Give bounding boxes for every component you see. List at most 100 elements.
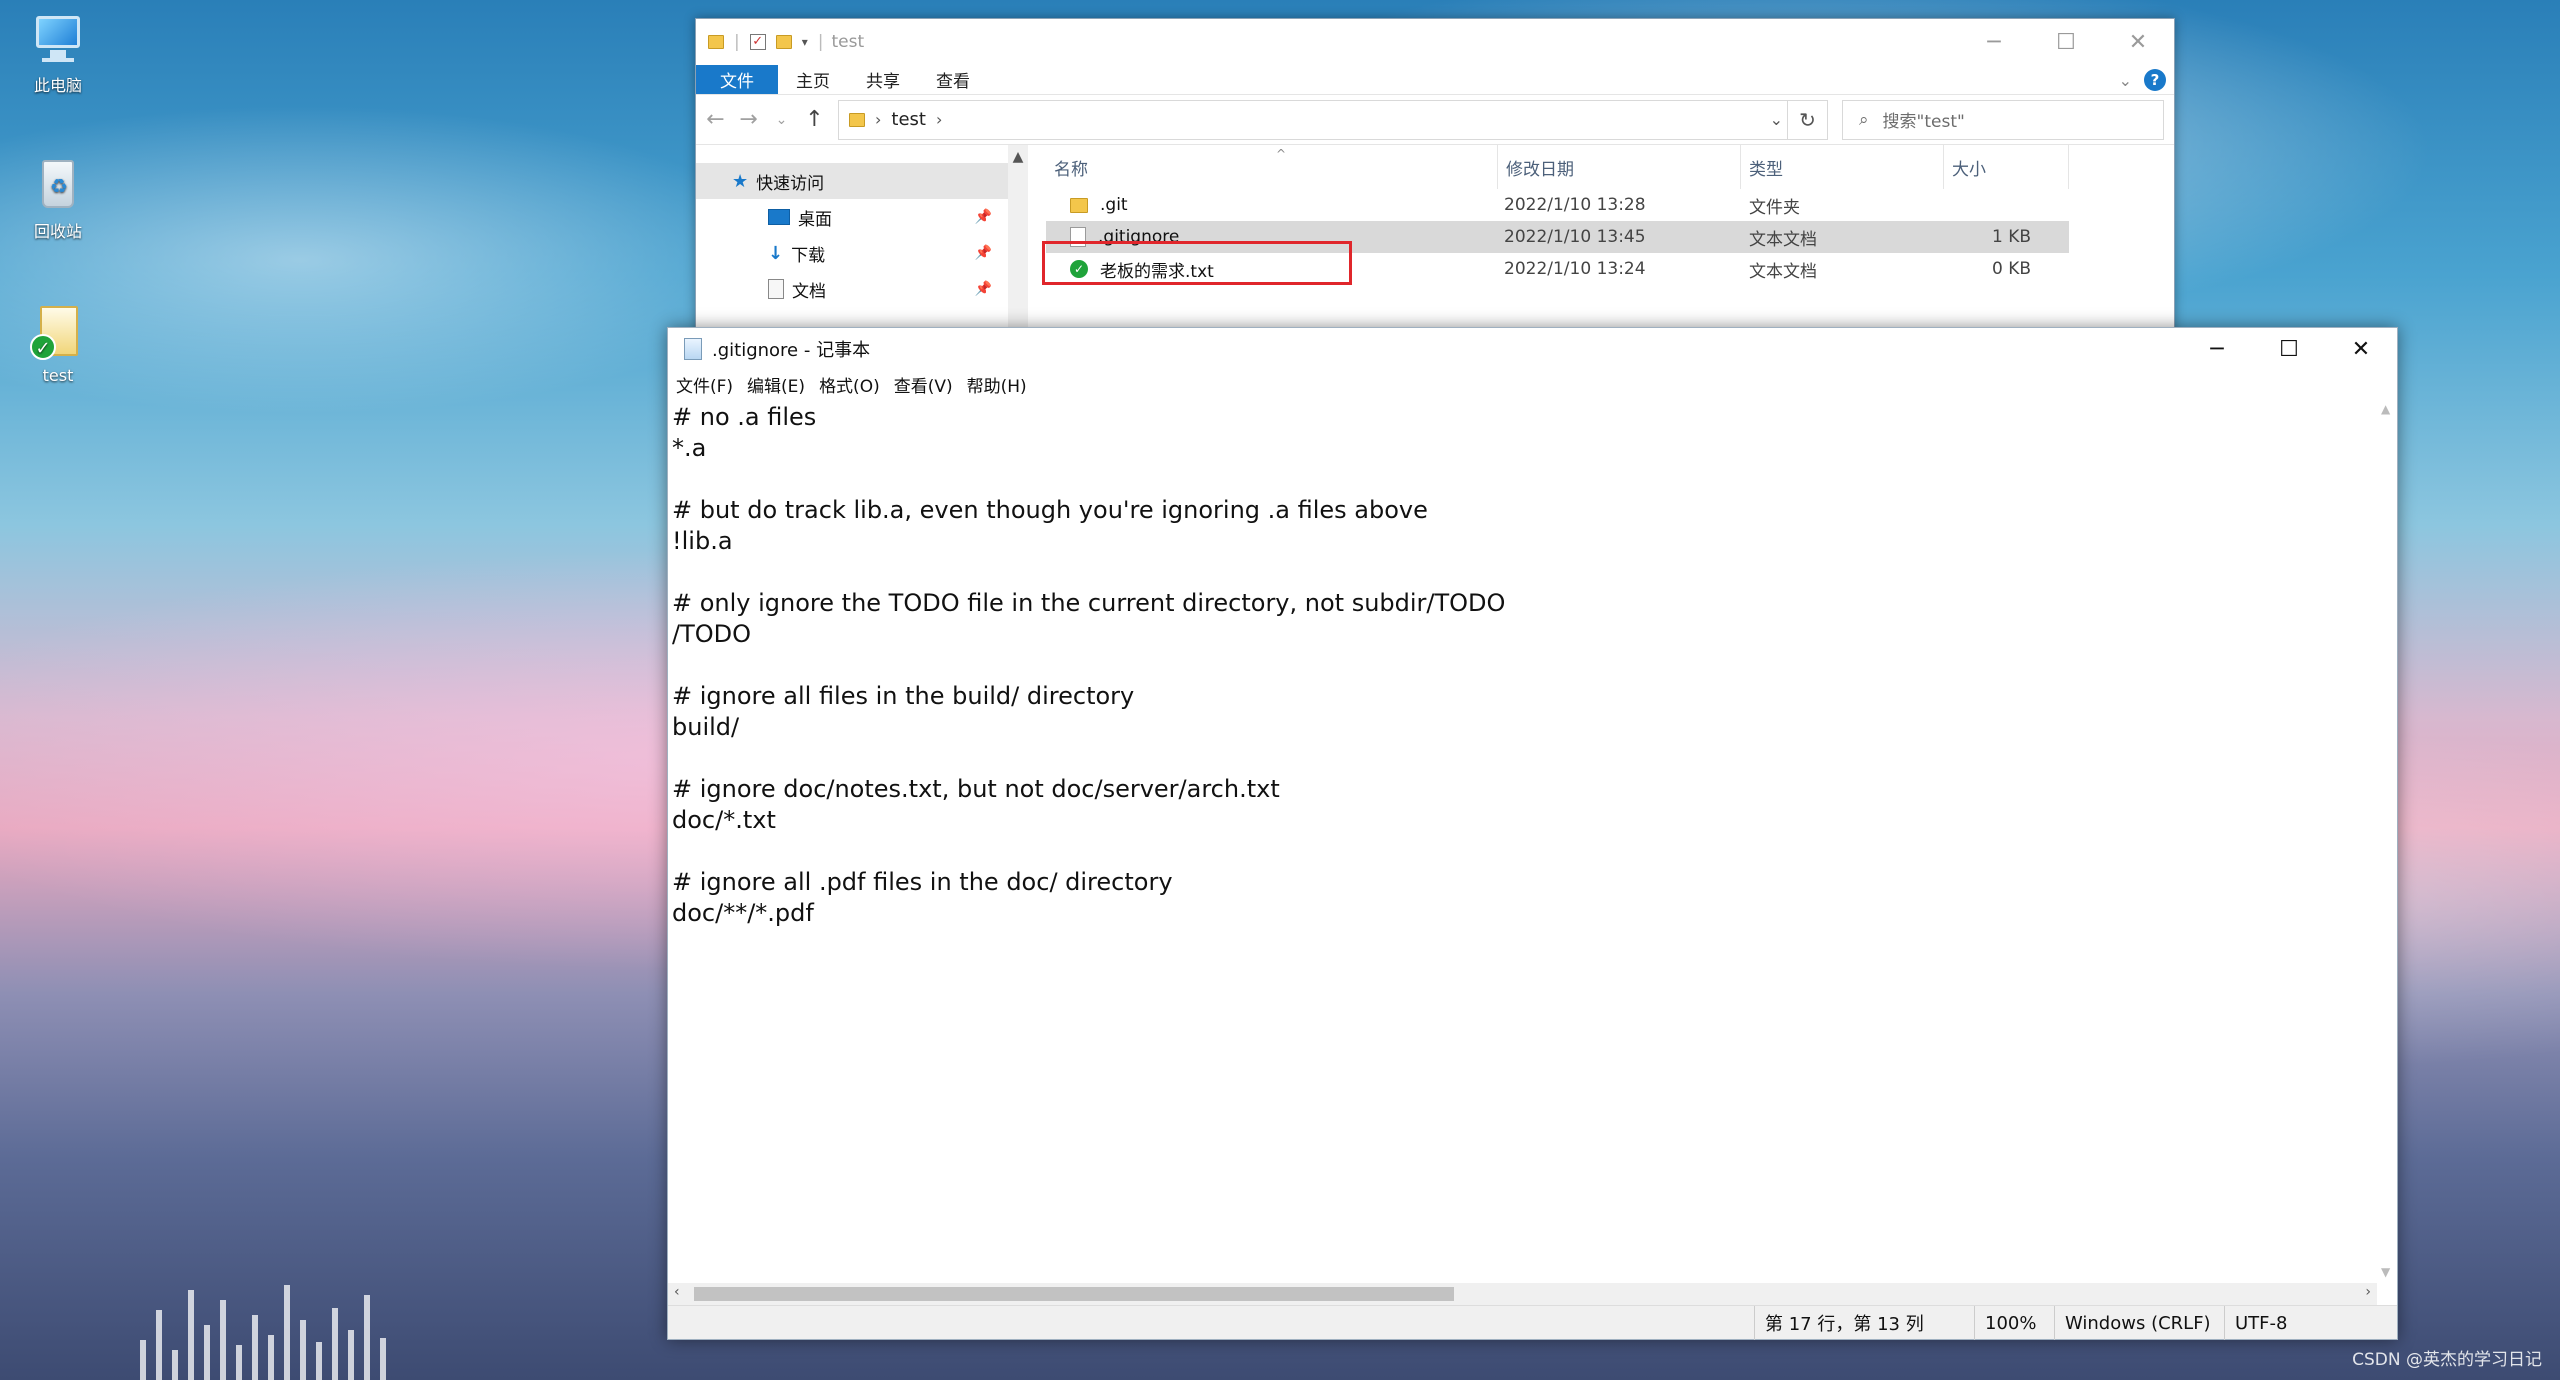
desktop-icon-label: test [42,366,74,385]
file-explorer-window: | ✓ ▾ | test ─ ☐ ✕ 文件 主页 共享 查看 ⌄ ? ← → ⌄… [695,18,2175,334]
navigation-pane: ★ 快速访问 桌面 📌 ↓ 下载 📌 文档 📌 [696,145,1008,333]
tab-view[interactable]: 查看 [918,65,988,94]
file-type: 文本文档 [1749,261,1817,282]
file-date: 2022/1/10 13:45 [1504,227,1646,247]
pin-icon: 📌 [974,209,992,225]
folder-icon [708,35,724,49]
menu-view[interactable]: 查看(V) [894,372,953,397]
ribbon-tabs: 文件 主页 共享 查看 ⌄ ? [696,65,2174,95]
notepad-icon [684,338,702,360]
nav-item-label: 下载 [791,245,826,266]
scroll-down-icon[interactable]: ▼ [2381,1265,2390,1279]
forward-arrow-icon[interactable]: → [739,107,758,132]
nav-item-desktop[interactable]: 桌面 📌 [696,199,1008,235]
column-name[interactable]: 名称 [1046,145,1498,189]
navigation-bar: ← → ⌄ ↑ › test › ⌄ ↻ ⌕ 搜索"test" [696,95,2174,145]
expand-ribbon-icon[interactable]: ⌄ [2119,71,2132,90]
recycle-bin-icon: ♻ [30,156,86,212]
column-headers: ^ 名称 修改日期 类型 大小 [1046,145,2174,189]
status-bar: 第 17 行，第 13 列 100% Windows (CRLF) UTF-8 [668,1305,2398,1340]
search-box[interactable]: ⌕ 搜索"test" [1842,99,2164,140]
back-arrow-icon[interactable]: ← [706,107,725,132]
search-placeholder: 搜索"test" [1882,112,1965,132]
status-zoom: 100% [1974,1306,2054,1340]
close-button[interactable]: ✕ [2102,19,2174,65]
red-highlight-box [1042,241,1352,285]
sort-caret-icon: ^ [1276,147,1287,161]
text-editor-area[interactable]: # no .a files *.a # but do track lib.a, … [668,398,2377,1283]
scroll-up-icon[interactable]: ▲ [1008,149,1028,165]
close-button[interactable]: ✕ [2325,328,2397,370]
nav-pane-scrollbar[interactable]: ▲ [1008,145,1028,333]
recent-locations-icon[interactable]: ⌄ [772,112,791,128]
customize-dropdown-icon[interactable]: ▾ [802,35,808,49]
help-icon[interactable]: ? [2144,69,2166,91]
breadcrumb-test[interactable]: test [891,109,926,130]
desktop-wallpaper-bars [140,1280,680,1380]
menu-format[interactable]: 格式(O) [819,372,880,397]
file-row-git[interactable]: .git 2022/1/10 13:28 文件夹 [1046,189,2174,221]
properties-icon[interactable]: ✓ [749,34,766,50]
vertical-scrollbar[interactable]: ▲ ▼ [2377,398,2397,1283]
up-arrow-icon[interactable]: ↑ [805,107,824,132]
scroll-up-icon[interactable]: ▲ [2381,402,2390,416]
folder-icon: ✓ [30,304,86,360]
desktop-icon-label: 回收站 [33,222,82,241]
scrollbar-thumb[interactable] [694,1287,1454,1301]
nav-item-downloads[interactable]: ↓ 下载 📌 [696,235,1008,271]
desktop-icon-test-folder[interactable]: ✓ test [18,304,98,385]
nav-item-label: 快速访问 [756,173,825,194]
desktop-icon-this-pc[interactable]: 此电脑 [18,10,98,96]
desktop-icon-recycle-bin[interactable]: ♻ 回收站 [18,156,98,242]
folder-icon [849,112,865,127]
nav-item-quick-access[interactable]: ★ 快速访问 [696,163,1008,199]
nav-item-label: 文档 [792,281,826,302]
menu-file[interactable]: 文件(F) [676,372,733,397]
folder-icon [1070,197,1088,213]
horizontal-scrollbar[interactable]: ‹ › [668,1283,2377,1305]
file-type: 文件夹 [1749,197,1800,218]
csdn-watermark: CSDN @英杰的学习日记 [2352,1350,2542,1370]
status-line-ending: Windows (CRLF) [2054,1306,2224,1340]
quick-access-toolbar: | ✓ ▾ | [708,32,824,52]
column-date[interactable]: 修改日期 [1498,145,1741,189]
maximize-button[interactable]: ☐ [2253,328,2325,370]
minimize-button[interactable]: ─ [1958,19,2030,65]
file-name: .git [1100,195,1128,215]
chevron-right-icon[interactable]: › [875,110,881,129]
pin-icon: 📌 [974,281,992,297]
address-bar[interactable]: › test › ⌄ ↻ [838,99,1828,140]
pin-icon: 📌 [974,245,992,261]
nav-item-documents[interactable]: 文档 📌 [696,271,1008,307]
menu-edit[interactable]: 编辑(E) [747,372,805,397]
document-icon [768,279,784,299]
column-size[interactable]: 大小 [1944,145,2069,189]
window-title: test [831,32,865,52]
file-date: 2022/1/10 13:24 [1504,259,1646,279]
tab-file[interactable]: 文件 [696,65,778,94]
menu-help[interactable]: 帮助(H) [967,372,1027,397]
refresh-icon[interactable]: ↻ [1787,99,1827,140]
scroll-right-icon[interactable]: › [2365,1284,2371,1300]
file-list: ^ 名称 修改日期 类型 大小 .git 2022/1/10 13:28 文件夹… [1028,145,2174,333]
status-encoding: UTF-8 [2224,1306,2398,1340]
column-type[interactable]: 类型 [1741,145,1944,189]
explorer-titlebar: | ✓ ▾ | test ─ ☐ ✕ [696,19,2174,65]
address-dropdown-icon[interactable]: ⌄ [1770,110,1783,129]
tab-share[interactable]: 共享 [848,65,918,94]
file-size: 0 KB [1991,259,2031,279]
download-icon: ↓ [768,242,784,264]
tab-home[interactable]: 主页 [778,65,848,94]
menu-bar: 文件(F) 编辑(E) 格式(O) 查看(V) 帮助(H) [668,370,2397,398]
nav-item-label: 桌面 [798,209,832,230]
chevron-right-icon[interactable]: › [936,110,942,129]
minimize-button[interactable]: ─ [2181,328,2253,370]
new-folder-icon[interactable] [775,35,792,49]
computer-icon [30,10,86,66]
search-icon: ⌕ [1859,109,1869,130]
maximize-button[interactable]: ☐ [2030,19,2102,65]
desktop-icon [768,209,790,225]
file-size: 1 KB [1991,227,2031,247]
star-icon: ★ [732,170,749,192]
notepad-window: .gitignore - 记事本 ─ ☐ ✕ 文件(F) 编辑(E) 格式(O)… [667,327,2398,1340]
